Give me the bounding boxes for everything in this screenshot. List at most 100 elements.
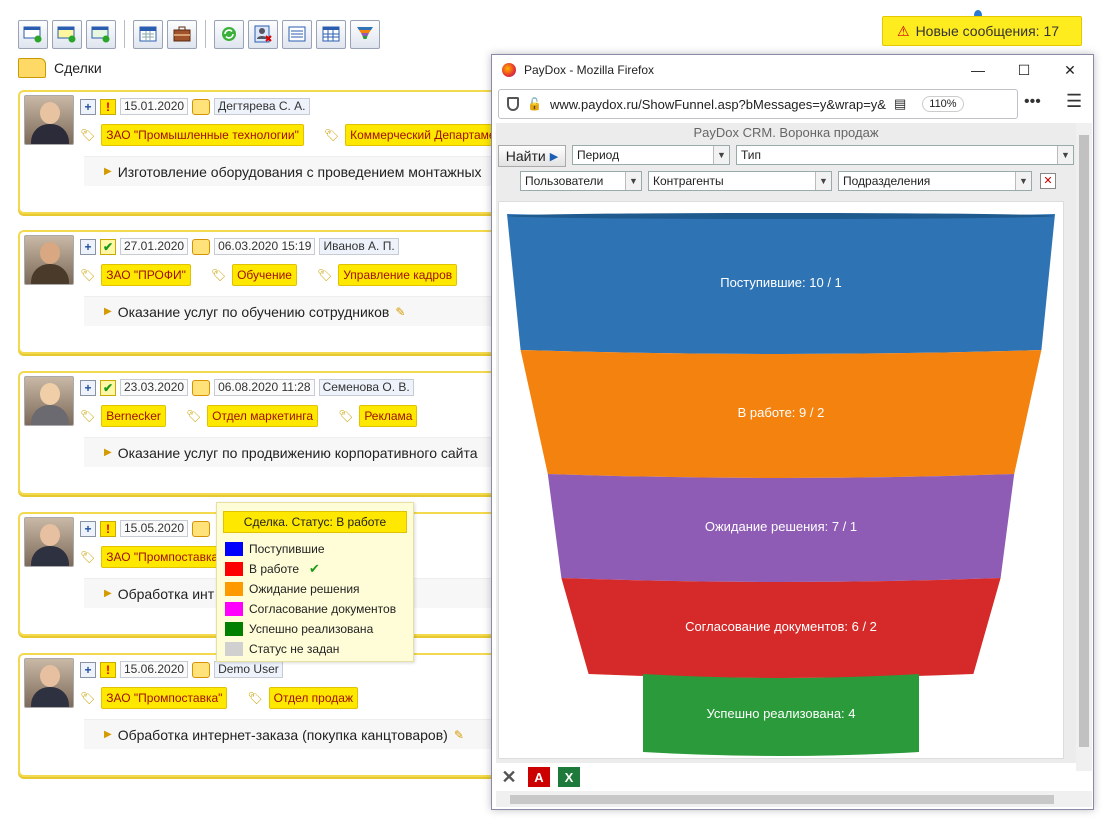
- handshake-icon[interactable]: [192, 520, 211, 537]
- more-actions-icon[interactable]: •••: [1024, 93, 1041, 111]
- funnel-button[interactable]: [350, 19, 380, 49]
- legend-header: Сделка. Статус: В работе: [223, 511, 407, 533]
- address-bar[interactable]: 🔓 www.paydox.ru/ShowFunnel.asp?bMessages…: [498, 89, 1018, 119]
- legend-item[interactable]: Согласование документов: [217, 599, 413, 619]
- expand-button[interactable]: +: [80, 661, 96, 678]
- deal-date-modified: 06.08.2020 11:28: [214, 379, 315, 396]
- legend-swatch: [225, 642, 243, 656]
- deal-title-row[interactable]: ▶ Оказание услуг по обучению сотрудников…: [84, 296, 494, 326]
- close-chart-button[interactable]: ✕: [498, 767, 520, 787]
- vertical-scroll-thumb[interactable]: [1079, 135, 1089, 747]
- deal-tag[interactable]: Обучение: [232, 264, 297, 286]
- minimize-button[interactable]: —: [955, 55, 1001, 85]
- deal-date-modified: 06.03.2020 15:19: [214, 238, 316, 255]
- grid-button[interactable]: [316, 19, 346, 49]
- horizontal-scrollbar[interactable]: [496, 791, 1092, 807]
- expand-button[interactable]: +: [80, 520, 96, 537]
- type-select-value: Тип: [741, 148, 762, 162]
- responsible-person[interactable]: Иванов А. П.: [319, 238, 399, 255]
- list-button[interactable]: [282, 19, 312, 49]
- contractors-select[interactable]: Контрагенты ▼: [648, 171, 832, 191]
- tag-icon: 🏷: [80, 268, 96, 282]
- legend-item[interactable]: Поступившие: [217, 539, 413, 559]
- horizontal-scroll-thumb[interactable]: [510, 795, 1054, 804]
- deal-tag[interactable]: ЗАО "ПРОФИ": [101, 264, 191, 286]
- find-button[interactable]: Найти ▶: [498, 145, 566, 167]
- deal-date: 27.01.2020: [120, 238, 189, 255]
- expand-button[interactable]: +: [80, 98, 96, 115]
- contractors-select-value: Контрагенты: [653, 174, 724, 188]
- pdf-export-icon[interactable]: A: [528, 767, 550, 787]
- deal-card[interactable]: + ! 15.01.2020 Дегтярева С. А. 🏷 ЗАО "Пр…: [18, 90, 513, 214]
- breadcrumb-label: Сделки: [54, 60, 102, 76]
- legend-item[interactable]: В работе ✔: [217, 559, 413, 579]
- expand-button[interactable]: +: [80, 238, 96, 255]
- funnel-segment-label: В работе: 9 / 2: [738, 405, 825, 420]
- breadcrumb[interactable]: Сделки: [18, 58, 102, 78]
- edit-pencil-icon[interactable]: ✎: [395, 305, 405, 319]
- tag-icon: 🏷: [323, 128, 340, 142]
- handshake-icon[interactable]: [192, 98, 211, 115]
- deal-title-row[interactable]: ▶ Оказание услуг по продвижению корпорат…: [84, 437, 494, 467]
- legend-item[interactable]: Ожидание решения: [217, 579, 413, 599]
- responsible-person[interactable]: Семенова О. В.: [318, 379, 414, 396]
- close-button[interactable]: ✕: [1047, 55, 1093, 85]
- type-select[interactable]: Тип ▼: [736, 145, 1074, 165]
- calendar-button[interactable]: [133, 19, 163, 49]
- zoom-level[interactable]: 110%: [922, 96, 964, 112]
- main-toolbar: [18, 18, 380, 50]
- departments-select[interactable]: Подразделения ▼: [838, 171, 1032, 191]
- maximize-button[interactable]: ☐: [1001, 55, 1047, 85]
- deal-card[interactable]: + ✔ 23.03.2020 06.08.2020 11:28 Семенова…: [18, 371, 508, 495]
- excel-export-icon[interactable]: X: [558, 767, 580, 787]
- handshake-icon[interactable]: [192, 238, 211, 255]
- new-card-green-button[interactable]: [86, 19, 116, 49]
- responsible-person[interactable]: Demo User: [214, 661, 283, 678]
- responsible-person[interactable]: Дегтярева С. А.: [214, 98, 310, 115]
- tag-icon: 🏷: [80, 550, 96, 564]
- users-select[interactable]: Пользователи ▼: [520, 171, 642, 191]
- deal-date: 15.06.2020: [120, 661, 189, 678]
- period-select[interactable]: Период ▼: [572, 145, 730, 165]
- refresh-button[interactable]: [214, 19, 244, 49]
- find-label: Найти: [505, 148, 546, 164]
- chevron-down-icon: ▼: [713, 146, 729, 164]
- legend-swatch: [225, 622, 243, 636]
- reader-view-icon[interactable]: ▤: [894, 96, 906, 112]
- new-card-yellow-button[interactable]: [52, 19, 82, 49]
- handshake-icon[interactable]: [192, 379, 211, 396]
- new-messages-badge[interactable]: ⚠ Новые сообщения: 17: [882, 16, 1082, 46]
- menu-icon[interactable]: ☰: [1066, 91, 1082, 112]
- new-messages-label: Новые сообщения: 17: [915, 23, 1060, 39]
- deal-tag[interactable]: Коммерческий Департамент: [345, 124, 513, 146]
- legend-item[interactable]: Успешно реализована: [217, 619, 413, 639]
- vertical-scrollbar[interactable]: [1076, 123, 1092, 771]
- insecure-lock-icon[interactable]: 🔓: [527, 97, 542, 111]
- tag-icon: 🏷: [210, 268, 227, 282]
- deal-card[interactable]: + ✔ 27.01.2020 06.03.2020 15:19 Иванов А…: [18, 230, 508, 354]
- handshake-icon[interactable]: [192, 661, 211, 678]
- deal-title-row[interactable]: ▶ Обработка интернет-заказа (покупка кан…: [84, 719, 494, 749]
- user-delete-button[interactable]: [248, 19, 278, 49]
- deal-title-row[interactable]: ▶ Изготовление оборудования с проведение…: [84, 156, 494, 186]
- deal-tag[interactable]: ЗАО "Промпоставка": [101, 687, 228, 709]
- deal-tag[interactable]: Bernecker: [101, 405, 166, 427]
- page-content: PayDox CRM. Воронка продаж Найти ▶ Период…: [496, 123, 1076, 763]
- edit-pencil-icon[interactable]: ✎: [454, 728, 464, 742]
- shield-icon[interactable]: [507, 97, 519, 111]
- clear-filter-icon[interactable]: ✕: [1040, 173, 1056, 189]
- deal-tag[interactable]: ЗАО "Промышленные технологии": [101, 124, 304, 146]
- deal-card[interactable]: + ! 15.06.2020 Demo User 🏷 ЗАО "Промпост…: [18, 653, 508, 777]
- new-card-button[interactable]: [18, 19, 48, 49]
- deal-tag[interactable]: Отдел продаж: [268, 687, 358, 709]
- briefcase-button[interactable]: [167, 19, 197, 49]
- tag-icon: 🏷: [338, 409, 354, 423]
- deal-tag[interactable]: Отдел маркетинга: [207, 405, 319, 427]
- deal-tag[interactable]: Реклама: [359, 405, 418, 427]
- tag-icon: 🏷: [80, 128, 96, 142]
- folder-icon: [18, 58, 46, 78]
- deal-tag[interactable]: Управление кадров: [338, 264, 458, 286]
- legend-item[interactable]: Статус не задан: [217, 639, 413, 659]
- expand-button[interactable]: +: [80, 379, 96, 396]
- deal-tag[interactable]: ЗАО "Промпоставка": [101, 546, 228, 568]
